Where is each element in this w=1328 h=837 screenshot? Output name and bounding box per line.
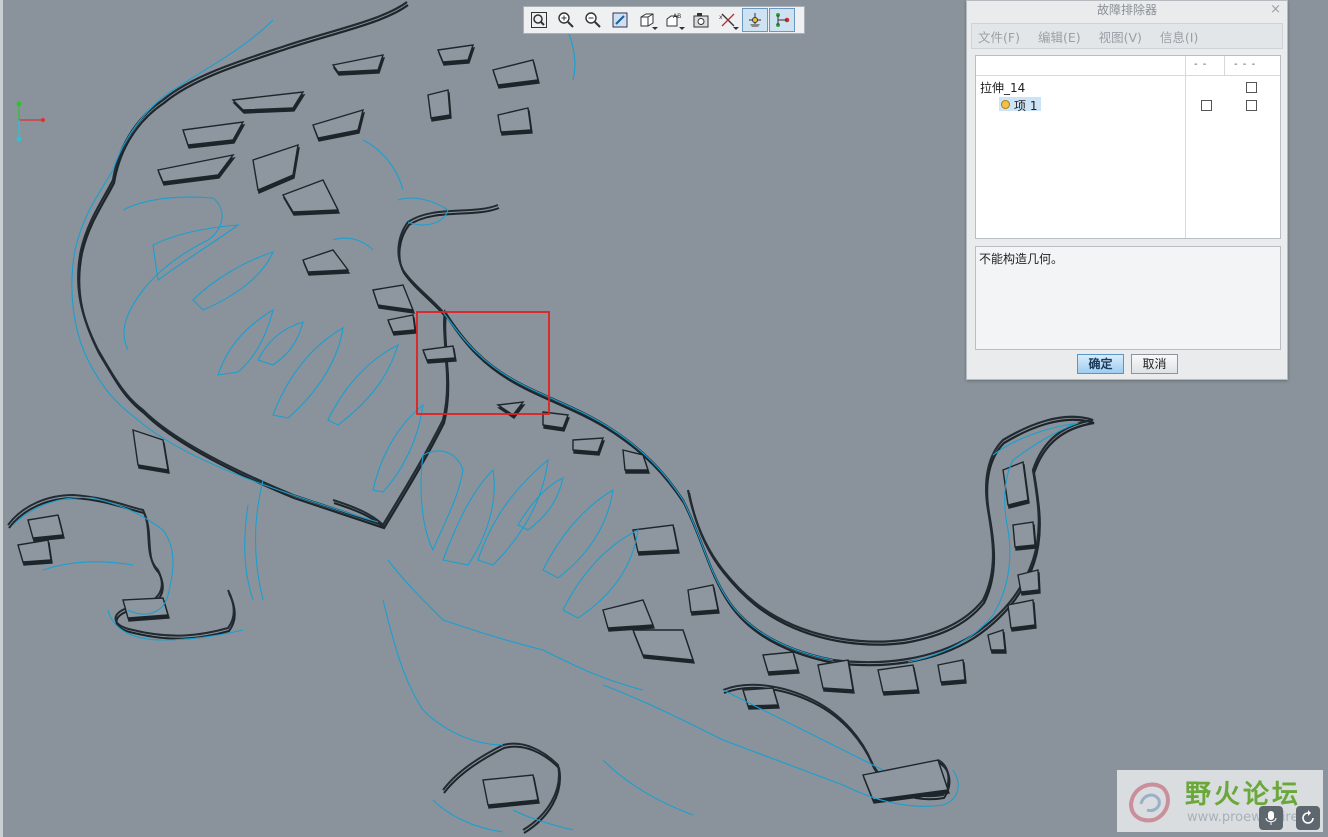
spin-center-icon [749, 13, 761, 27]
close-icon[interactable]: × [1270, 2, 1281, 18]
watermark-text: 野火论坛 [1185, 780, 1302, 810]
error-highlight-box [416, 311, 550, 415]
zoom-out-button[interactable] [580, 8, 606, 32]
item-tree[interactable]: - - - - - 拉伸_14 项 1 [975, 55, 1281, 239]
zoom-fit-button[interactable] [526, 8, 552, 32]
troubleshooter-dialog: 故障排除器 × 文件(F) 编辑(E) 视图(V) 信息(I) - - - - … [966, 0, 1288, 380]
repaint-button[interactable] [607, 8, 633, 32]
zoom-out-icon [585, 12, 601, 28]
tree-item-extrude[interactable]: 拉伸_14 [980, 79, 1025, 96]
repaint-icon [612, 12, 628, 28]
tree-header: - - - - - [976, 56, 1280, 76]
svg-text:AB: AB [673, 13, 681, 20]
message-area: 不能构造几何。 [975, 246, 1281, 350]
annotation-display-icon [776, 13, 790, 27]
column-header-2: - - - [1234, 59, 1257, 70]
graphics-toolbar: AB x [523, 6, 805, 34]
column-divider [1185, 56, 1186, 238]
zoom-in-button[interactable] [553, 8, 579, 32]
checkbox-extrude-col2[interactable] [1246, 82, 1257, 93]
column-header-1: - - [1194, 59, 1208, 70]
view-manager-button[interactable] [688, 8, 714, 32]
saved-views-button[interactable]: AB [661, 8, 687, 32]
tiger-stripes [17, 44, 1040, 806]
ok-button[interactable]: 确定 [1077, 354, 1124, 374]
column-divider [1224, 56, 1225, 76]
view-manager-icon [693, 13, 709, 28]
zoom-in-icon [558, 12, 574, 28]
tree-item-1[interactable]: 项 1 [1014, 97, 1037, 114]
item-status-icon [1001, 100, 1010, 109]
refresh-button[interactable] [1296, 806, 1320, 830]
menu-info[interactable]: 信息(I) [1160, 27, 1198, 46]
dialog-menubar: 文件(F) 编辑(E) 视图(V) 信息(I) [971, 23, 1283, 49]
menu-view[interactable]: 视图(V) [1099, 27, 1142, 46]
annotation-display-button[interactable] [769, 8, 795, 32]
dialog-title: 故障排除器 [1096, 3, 1157, 17]
refresh-icon [1302, 810, 1314, 824]
checkbox-item-col2[interactable] [1246, 100, 1257, 111]
svg-text:x: x [719, 14, 723, 21]
zoom-fit-icon [531, 12, 547, 28]
forum-watermark: 野火论坛 www.proewildfire.cn [1117, 770, 1323, 832]
display-style-button[interactable] [634, 8, 660, 32]
watermark-logo-icon [1128, 782, 1170, 823]
menu-file[interactable]: 文件(F) [978, 27, 1020, 46]
coordinate-triad-icon [16, 101, 45, 142]
menu-edit[interactable]: 编辑(E) [1038, 27, 1081, 46]
datum-display-button[interactable]: x [715, 8, 741, 32]
microphone-icon [1265, 811, 1277, 825]
cancel-button[interactable]: 取消 [1131, 354, 1178, 374]
microphone-button[interactable] [1259, 806, 1283, 830]
checkbox-item-col1[interactable] [1201, 100, 1212, 111]
spin-center-button[interactable] [742, 8, 768, 32]
